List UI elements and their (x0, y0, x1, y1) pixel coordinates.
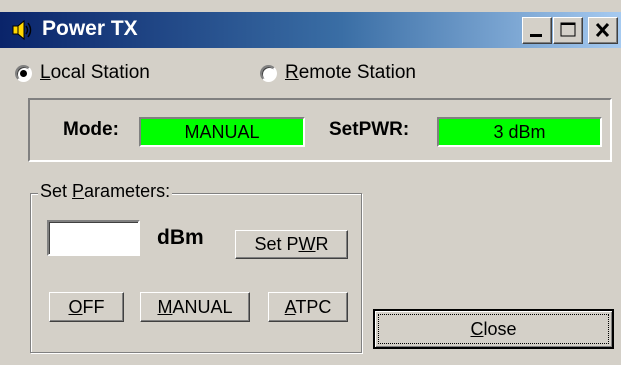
dbm-unit-label: dBm (157, 226, 204, 249)
close-focus-rect (378, 314, 609, 344)
radio-local-station[interactable]: Local Station (15, 60, 150, 86)
atpc-button[interactable]: ATPC (268, 292, 348, 322)
maximize-button[interactable] (553, 17, 583, 44)
mode-value-field: MANUAL (139, 117, 305, 147)
radio-remote-station[interactable]: Remote Station (260, 60, 416, 86)
remote-station-radio[interactable] (260, 64, 277, 82)
title-bar[interactable]: Power TX (0, 12, 621, 48)
minimize-button[interactable] (522, 17, 552, 44)
remote-station-label: Remote Station (285, 62, 416, 83)
window-title: Power TX (42, 17, 138, 40)
setpwr-label: SetPWR: (329, 119, 410, 140)
radio-selected-dot (20, 69, 27, 77)
manual-button[interactable]: MANUAL (140, 292, 250, 322)
maximize-icon (560, 22, 576, 37)
close-icon (595, 22, 610, 38)
power-input[interactable] (47, 220, 140, 256)
status-panel: Mode: MANUAL SetPWR: 3 dBm (28, 98, 612, 162)
mode-label: Mode: (63, 119, 119, 140)
minimize-icon (530, 34, 542, 37)
speaker-icon (12, 19, 32, 41)
close-window-button[interactable] (588, 17, 618, 44)
set-parameters-legend: Set Parameters: (38, 181, 173, 202)
set-pwr-button[interactable]: Set PWR (235, 230, 348, 259)
local-station-label: Local Station (40, 62, 150, 83)
setpwr-value-field: 3 dBm (437, 117, 602, 147)
set-parameters-group (30, 193, 362, 353)
off-button[interactable]: OFF (49, 292, 124, 322)
local-station-radio[interactable] (15, 64, 32, 82)
